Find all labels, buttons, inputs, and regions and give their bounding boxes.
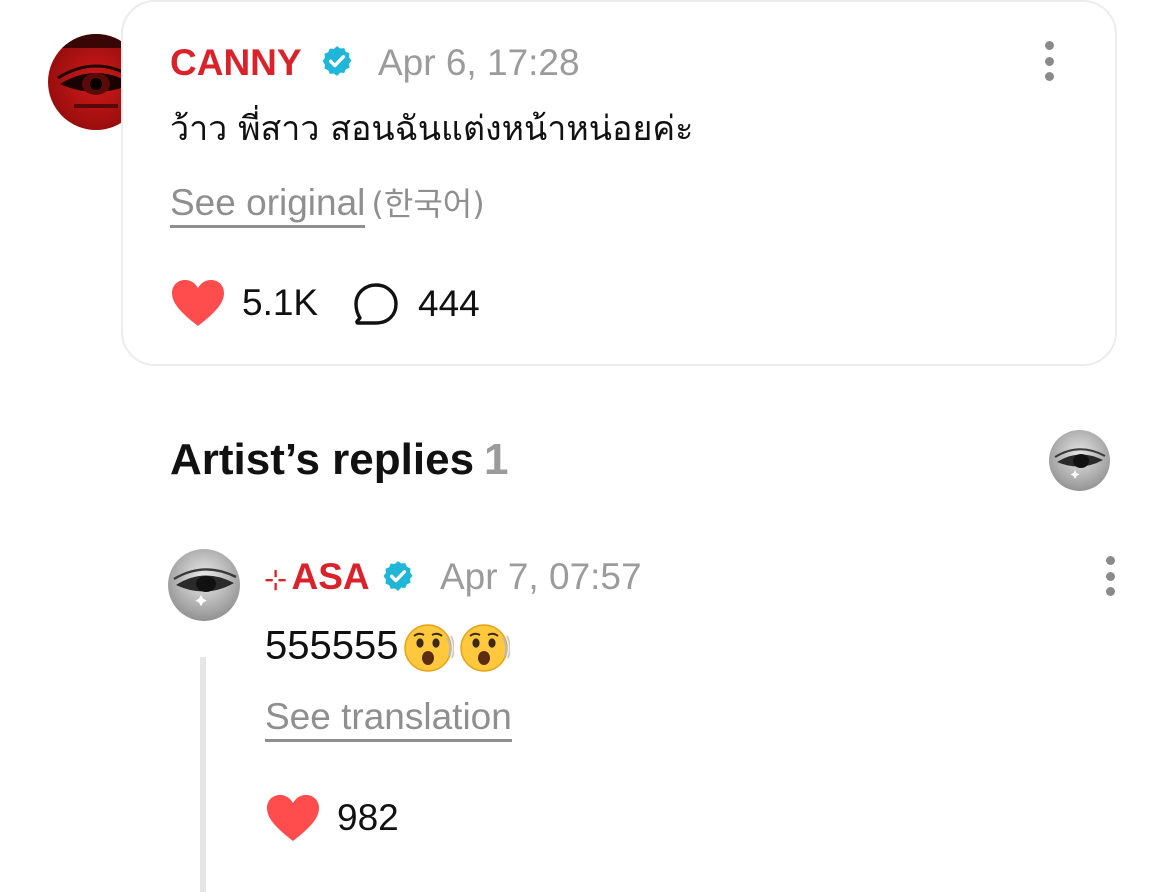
verified-badge-icon xyxy=(381,559,415,593)
astonished-face-emoji xyxy=(402,622,455,674)
see-original-link[interactable]: See original xyxy=(170,182,366,228)
reply-text: 555555 xyxy=(265,623,399,668)
original-language-label: (한국어) xyxy=(371,185,485,223)
see-translation-row: See translation xyxy=(265,696,512,742)
reply-like-stat: 982 xyxy=(265,793,399,843)
more-options-icon[interactable] xyxy=(1104,556,1116,596)
speech-bubble-icon[interactable] xyxy=(352,281,400,327)
comment-like-stat: 5.1K xyxy=(170,278,318,328)
artist-avatar-thumbnail[interactable] xyxy=(1049,430,1110,491)
comment-timestamp: Apr 6, 17:28 xyxy=(378,42,580,83)
avatar-asa[interactable] xyxy=(168,549,240,621)
avatar-asa-image xyxy=(168,549,240,621)
artist-replies-title: Artist’s replies 1 xyxy=(170,438,509,482)
verified-badge-icon xyxy=(320,44,354,78)
reply-text-row: 555555 xyxy=(265,622,511,674)
comment-author-name[interactable]: CANNY xyxy=(170,44,302,81)
comment-thread-view: CANNY Apr 6, 17:28 ว้าว พี่สาว สอนฉันแต่… xyxy=(0,0,1169,892)
comment-like-count: 5.1K xyxy=(242,282,319,323)
comment-reply-stat: 444 xyxy=(352,281,480,327)
reply-timestamp: Apr 7, 07:57 xyxy=(440,556,642,597)
comment-text: ว้าว พี่สาว สอนฉันแต่งหน้าหน่อยค่ะ xyxy=(170,109,694,149)
more-options-icon[interactable] xyxy=(1043,41,1055,81)
heart-icon[interactable] xyxy=(170,278,226,328)
see-original-row: See original (한국어) xyxy=(170,182,485,228)
comment-reply-count: 444 xyxy=(418,283,480,324)
artist-replies-count: 1 xyxy=(484,435,509,484)
reply-thread-line xyxy=(200,657,206,892)
heart-icon[interactable] xyxy=(265,793,321,843)
reply-like-count: 982 xyxy=(337,797,399,838)
astonished-face-emoji xyxy=(458,622,511,674)
reply-author-prefix: ⊹ xyxy=(264,564,288,595)
reply-author-name[interactable]: ⊹ ASA xyxy=(264,558,370,595)
reply-author-label: ASA xyxy=(291,556,370,597)
artist-replies-label: Artist’s replies xyxy=(170,435,475,484)
artist-avatar-thumbnail-image xyxy=(1049,430,1110,491)
see-translation-link[interactable]: See translation xyxy=(265,696,512,742)
